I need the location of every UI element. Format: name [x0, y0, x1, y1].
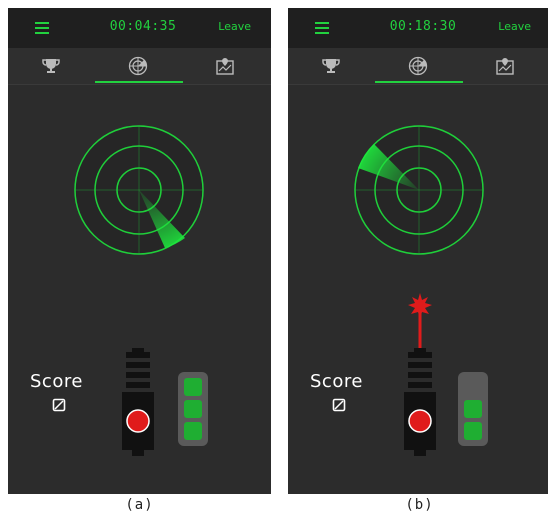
game-screen-a: 00:04:35 Leave Score [8, 8, 271, 494]
laser-beam [408, 293, 432, 353]
game-screen-b: 00:18:30 Leave Score [288, 8, 548, 494]
ammo-indicator [178, 372, 208, 446]
ammo-indicator [458, 372, 488, 446]
ammo-cell [184, 400, 202, 418]
score-value [52, 398, 66, 412]
score-value [332, 398, 346, 412]
caption-b: (b) [405, 497, 434, 513]
score-label: Score [30, 371, 83, 392]
score-label: Score [310, 371, 363, 392]
caption-a: (a) [125, 497, 154, 513]
laser-gun [122, 348, 154, 456]
ammo-cell [184, 422, 202, 440]
ammo-cell [464, 422, 482, 440]
fire-button[interactable] [126, 409, 150, 433]
laser-gun [404, 348, 436, 456]
fire-button[interactable] [408, 409, 432, 433]
ammo-cell [464, 400, 482, 418]
ammo-cell [184, 378, 202, 396]
